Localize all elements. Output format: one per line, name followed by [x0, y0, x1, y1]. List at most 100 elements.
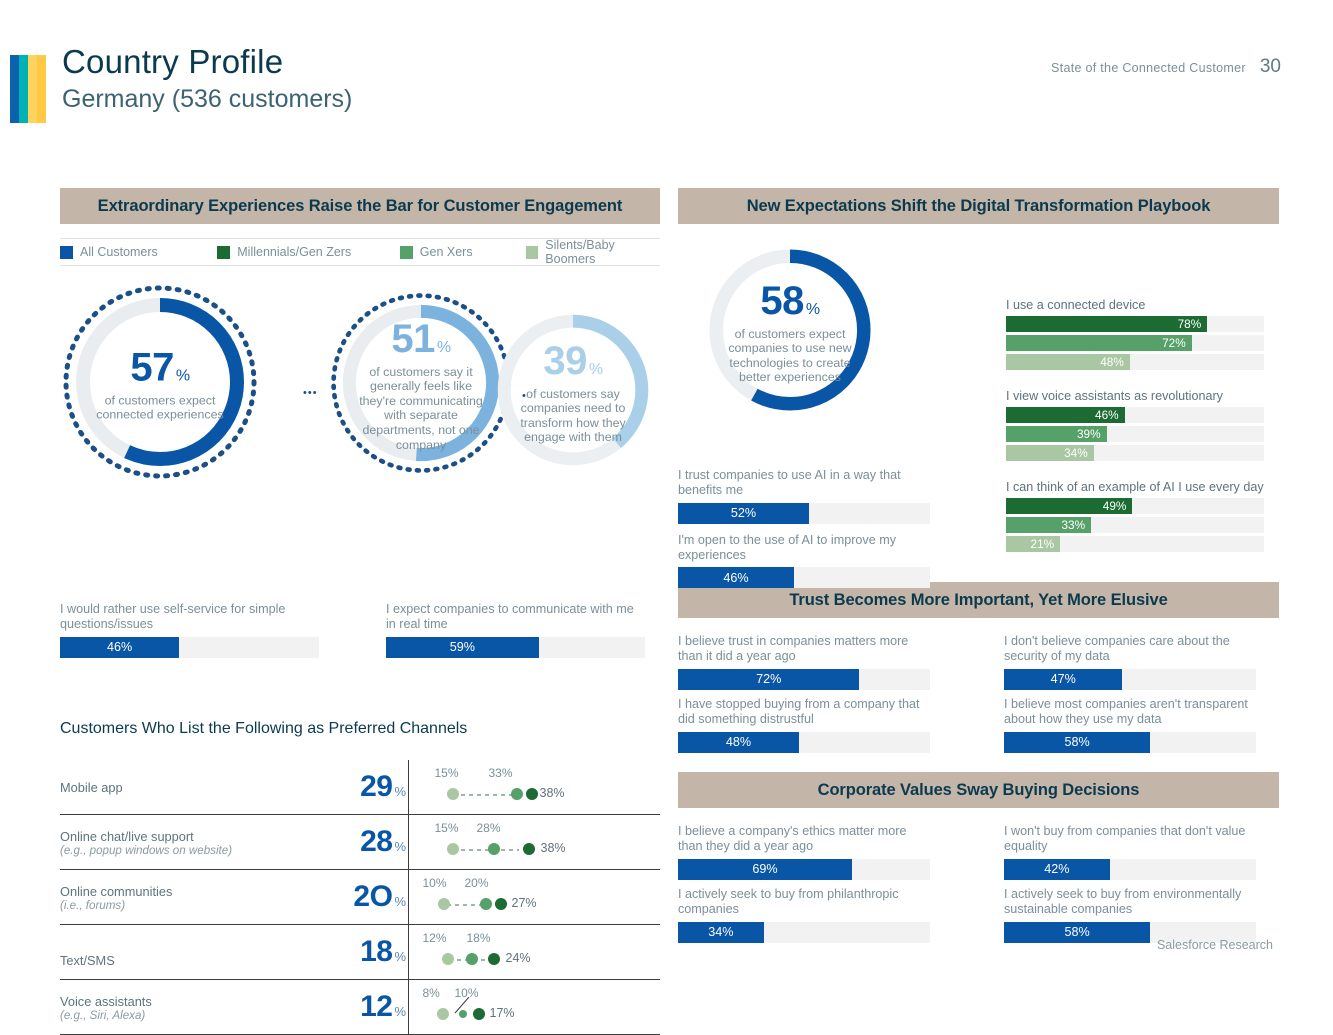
bar-label: I trust companies to use AI in a way tha… — [678, 468, 901, 498]
bar-block-trust-ai: I trust companies to use AI in a way tha… — [678, 468, 930, 524]
table-row: Online chat/live support (e.g., popup wi… — [60, 814, 661, 870]
bar-track: 59% — [386, 636, 645, 658]
bar-fill: 58% — [1004, 731, 1151, 753]
bar-fill: 46% — [60, 636, 180, 658]
green-value: 21% — [1030, 537, 1055, 552]
dot-plot: 15% 33% 38% — [423, 766, 661, 808]
bar-value: 69% — [752, 862, 778, 877]
panel2-band-title: New Expectations Shift the Digital Trans… — [678, 188, 1279, 224]
dot-label-high: 24% — [505, 951, 531, 965]
legend-label: Silents/Baby Boomers — [545, 238, 615, 266]
bar-value: 46% — [723, 570, 749, 585]
channel-percent-sign: % — [394, 784, 406, 799]
dot-label-low: 10% — [422, 876, 447, 890]
donut-chart-39: 39% of customers say companies need to t… — [487, 304, 659, 481]
dot-millennials — [522, 843, 535, 855]
bar-value: 34% — [708, 925, 734, 940]
green-fill-genxers: 39% — [1006, 426, 1107, 443]
dot-boomers — [441, 953, 454, 965]
bar-block-value-equality: I won't buy from companies that don't va… — [1004, 824, 1256, 880]
bar-block-sustainable: I actively seek to buy from environmenta… — [1004, 887, 1256, 943]
bar-value: 52% — [730, 506, 757, 521]
bar-track: 58% — [1004, 731, 1256, 753]
table-row: Text/SMS 18% 12% 18% 24% — [60, 924, 661, 980]
dot-plot: 8% 10% 17% — [423, 986, 661, 1028]
bar-track: 52% — [678, 502, 930, 524]
page-subtitle: Germany (536 customers) — [62, 85, 353, 114]
green-group-label: I use a connected device — [1006, 298, 1146, 312]
bar-block-security-of-data: I don't believe companies care about the… — [1004, 634, 1256, 690]
donut-51-value: 51 — [391, 316, 435, 361]
green-fill-genxers: 72% — [1006, 335, 1192, 352]
channel-name-cell: Mobile app — [60, 760, 328, 815]
panel1-bar-group: I would rather use self-service for simp… — [60, 602, 660, 662]
green-value: 33% — [1061, 518, 1086, 533]
bar-fill: 58% — [1004, 921, 1151, 943]
dot-plot-strip: 24% — [423, 950, 661, 970]
channel-value-cell: 18% — [328, 925, 408, 980]
bar-value: 46% — [106, 640, 133, 655]
donut-57-value: 57 — [130, 344, 174, 389]
green-group-example-of-ai: I can think of an example of AI I use ev… — [1006, 480, 1264, 553]
dot-plot-strip: 38% — [423, 785, 661, 805]
bar-label: I believe a company's ethics matter more… — [678, 824, 907, 854]
channel-name: Online communities — [60, 883, 173, 899]
donut-39-percent-sign: % — [588, 360, 603, 378]
dot-boomers — [446, 788, 459, 800]
dot-millennials — [472, 1008, 485, 1020]
donut-58-text: 58% of customers expect companies to use… — [700, 280, 880, 385]
dot-label-high: 38% — [540, 841, 566, 855]
bar-label: I believe trust in companies matters mor… — [678, 634, 909, 664]
green-value: 39% — [1076, 427, 1101, 442]
dot-plot: 12% 18% 24% — [423, 931, 661, 973]
green-track: 33% — [1006, 517, 1264, 534]
header-meta: State of the Connected Customer 30 — [1051, 56, 1281, 78]
dot-genxers — [510, 788, 523, 800]
donut-51-caption: of customers say it generally feels like… — [359, 364, 483, 452]
bar-fill: 48% — [678, 731, 799, 753]
bar-track: 69% — [678, 858, 930, 880]
accent-bar-yellow-light — [28, 55, 37, 123]
bar-fill: 47% — [1004, 668, 1123, 690]
green-track: 49% — [1006, 498, 1264, 515]
dot-genxers — [479, 898, 492, 910]
bar-fill: 52% — [678, 502, 810, 524]
donut-57-text: 57% of customers expect connected experi… — [60, 347, 260, 422]
panel1-band-title: Extraordinary Experiences Raise the Bar … — [60, 188, 660, 224]
dot-plot-labels: 10% 20% — [423, 876, 661, 892]
bar-block-transparency: I believe most companies aren't transpar… — [1004, 697, 1256, 753]
bar-label: I don't believe companies care about the… — [1004, 634, 1230, 664]
bar-label: I won't buy from companies that don't va… — [1004, 824, 1246, 854]
donut-chart-row: 57% of customers expect connected experi… — [60, 282, 660, 504]
dot-label-mid: 18% — [466, 931, 491, 945]
bar-track: 42% — [1004, 858, 1256, 880]
channel-name-cell: Voice assistants (e.g., Siri, Alexa) — [60, 980, 328, 1035]
dot-plot-strip: 38% — [423, 840, 661, 860]
bar-track: 47% — [1004, 668, 1256, 690]
dot-label-high: 27% — [511, 896, 537, 910]
green-track: 21% — [1006, 536, 1264, 553]
accent-bar-blue — [10, 55, 19, 123]
channel-breakdown-cell: 10% 20% 27% — [407, 869, 661, 925]
donut-58-percent-sign: % — [805, 300, 820, 318]
dot-plot-labels: 12% 18% — [423, 931, 661, 947]
channels-section-title: Customers Who List the Following as Pref… — [60, 720, 468, 737]
green-value: 72% — [1162, 336, 1186, 351]
channel-value-cell: 12% — [328, 980, 408, 1035]
legend-label: Gen Xers — [419, 245, 473, 259]
donut-chart-57: 57% of customers expect connected experi… — [60, 282, 260, 487]
channel-value: 29 — [360, 770, 393, 803]
green-track: 46% — [1006, 407, 1264, 424]
legend-label: All Customers — [80, 245, 158, 259]
donut-39-text: 39% of customers say companies need to t… — [487, 340, 659, 445]
bar-block-real-time: I expect companies to communicate with m… — [386, 602, 645, 658]
bar-track: 48% — [678, 731, 930, 753]
channel-breakdown-cell: 12% 18% 24% — [407, 924, 661, 980]
dot-plot-labels: 15% 33% — [423, 766, 661, 782]
donut-39-value: 39 — [543, 338, 587, 383]
right-column: New Expectations Shift the Digital Trans… — [678, 188, 1279, 954]
dot-millennials — [494, 898, 507, 910]
channel-name-cell: Text/SMS — [60, 925, 328, 980]
channel-value: 12 — [360, 990, 393, 1023]
green-track: 34% — [1006, 445, 1264, 462]
